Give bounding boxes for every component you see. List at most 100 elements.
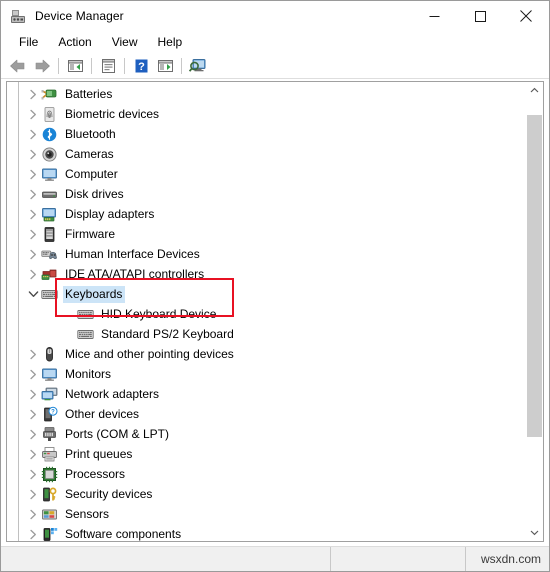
chevron-right-icon[interactable] xyxy=(25,124,41,144)
monitor-icon xyxy=(41,366,58,383)
tree-node[interactable]: Computer xyxy=(7,164,526,184)
show-hide-console-tree-icon[interactable] xyxy=(63,55,87,77)
tree-node[interactable]: IDE ATA/ATAPI controllers xyxy=(7,264,526,284)
chevron-down-icon[interactable] xyxy=(526,524,543,541)
hid-icon xyxy=(41,246,58,263)
tree-node[interactable]: Standard PS/2 Keyboard xyxy=(7,324,526,344)
network-adapter-icon xyxy=(41,386,58,403)
tree-node-label: Computer xyxy=(65,166,118,181)
tree-node[interactable]: Human Interface Devices xyxy=(7,244,526,264)
toolbar-separator xyxy=(124,57,125,74)
chevron-right-icon[interactable] xyxy=(25,484,41,504)
menu-file[interactable]: File xyxy=(9,33,48,52)
software-component-icon xyxy=(41,526,58,542)
tree-node-label: Monitors xyxy=(65,366,112,381)
window-title: Device Manager xyxy=(35,9,124,23)
forward-arrow-icon[interactable] xyxy=(30,55,54,77)
chevron-right-icon[interactable] xyxy=(25,364,41,384)
chevron-right-icon[interactable] xyxy=(25,264,41,284)
chevron-right-icon[interactable] xyxy=(25,144,41,164)
tree-node-label: Processors xyxy=(65,466,126,481)
ide-controller-icon xyxy=(41,266,58,283)
chevron-right-icon[interactable] xyxy=(25,184,41,204)
scrollbar-thumb[interactable] xyxy=(527,115,542,437)
chevron-right-icon[interactable] xyxy=(25,344,41,364)
chevron-down-icon[interactable] xyxy=(25,284,41,304)
security-device-icon xyxy=(41,486,58,503)
status-bar: wsxdn.com xyxy=(1,546,549,571)
vertical-scrollbar[interactable] xyxy=(525,82,543,541)
tree-node[interactable]: Processors xyxy=(7,464,526,484)
tree-node[interactable]: Biometric devices xyxy=(7,104,526,124)
tree-node-label: Software components xyxy=(65,526,182,541)
menu-action[interactable]: Action xyxy=(48,33,101,52)
chevron-right-icon[interactable] xyxy=(25,104,41,124)
chevron-right-icon[interactable] xyxy=(25,224,41,244)
disk-drive-icon xyxy=(41,186,58,203)
tree-node[interactable]: Disk drives xyxy=(7,184,526,204)
chevron-right-icon[interactable] xyxy=(25,244,41,264)
sensor-icon xyxy=(41,506,58,523)
chevron-up-icon[interactable] xyxy=(526,82,543,99)
update-driver-icon[interactable] xyxy=(153,55,177,77)
tree-node-label: Sensors xyxy=(65,506,110,521)
keyboard-icon xyxy=(77,326,94,343)
tree-node[interactable]: Software components xyxy=(7,524,526,541)
tree-node[interactable]: Ports (COM & LPT) xyxy=(7,424,526,444)
chevron-right-icon[interactable] xyxy=(25,504,41,524)
menu-view[interactable]: View xyxy=(102,33,148,52)
tree-node-label: Cameras xyxy=(65,146,114,161)
tree-node-label: Batteries xyxy=(65,86,113,101)
close-button[interactable] xyxy=(503,1,549,31)
menu-bar: File Action View Help xyxy=(1,31,549,53)
minimize-button[interactable] xyxy=(411,1,457,31)
menu-help[interactable]: Help xyxy=(148,33,193,52)
tree-node[interactable]: Mice and other pointing devices xyxy=(7,344,526,364)
tree-node[interactable]: Cameras xyxy=(7,144,526,164)
tree-node[interactable]: ? Other devices xyxy=(7,404,526,424)
mouse-icon xyxy=(41,346,58,363)
display-adapter-icon xyxy=(41,206,58,223)
scan-for-hardware-changes-icon[interactable] xyxy=(186,55,210,77)
tree-node[interactable]: Firmware xyxy=(7,224,526,244)
help-icon[interactable]: ? xyxy=(129,55,153,77)
firmware-icon xyxy=(41,226,58,243)
fingerprint-icon xyxy=(41,106,58,123)
maximize-button[interactable] xyxy=(457,1,503,31)
tree-node[interactable]: Monitors xyxy=(7,364,526,384)
status-end-cell: wsxdn.com xyxy=(466,547,549,571)
chevron-right-icon[interactable] xyxy=(25,424,41,444)
chevron-right-icon[interactable] xyxy=(25,524,41,541)
computer-icon xyxy=(41,166,58,183)
tree-node-label: Network adapters xyxy=(65,386,160,401)
properties-icon[interactable] xyxy=(96,55,120,77)
svg-text:?: ? xyxy=(138,61,145,73)
chevron-right-icon[interactable] xyxy=(25,464,41,484)
tree-node[interactable]: Bluetooth xyxy=(7,124,526,144)
chevron-right-icon[interactable] xyxy=(25,164,41,184)
tree-node[interactable]: Keyboards xyxy=(7,284,526,304)
tree-node[interactable]: Sensors xyxy=(7,504,526,524)
chevron-right-icon[interactable] xyxy=(25,404,41,424)
status-mid-cell xyxy=(331,547,466,571)
chevron-right-icon[interactable] xyxy=(25,204,41,224)
tree-node[interactable]: Network adapters xyxy=(7,384,526,404)
tree-node[interactable]: Print queues xyxy=(7,444,526,464)
chevron-right-icon[interactable] xyxy=(25,84,41,104)
chevron-right-icon[interactable] xyxy=(25,384,41,404)
toolbar: ? xyxy=(1,53,549,79)
tree-node-label: Keyboards xyxy=(63,285,126,303)
chevron-right-icon[interactable] xyxy=(25,444,41,464)
tree-node[interactable]: Batteries xyxy=(7,84,526,104)
back-arrow-icon[interactable] xyxy=(6,55,30,77)
printer-icon xyxy=(41,446,58,463)
tree-node-label: IDE ATA/ATAPI controllers xyxy=(65,266,205,281)
tree-node[interactable]: Security devices xyxy=(7,484,526,504)
tree-node-label: Biometric devices xyxy=(65,106,160,121)
device-manager-window: Device Manager File Action View Help ? B… xyxy=(0,0,550,572)
tree-node[interactable]: HID Keyboard Device xyxy=(7,304,526,324)
tree-node[interactable]: Display adapters xyxy=(7,204,526,224)
toolbar-separator xyxy=(181,57,182,74)
title-bar: Device Manager xyxy=(1,1,549,31)
device-tree-panel: Batteries Biometric devices Bluetooth Camer… xyxy=(6,81,544,542)
